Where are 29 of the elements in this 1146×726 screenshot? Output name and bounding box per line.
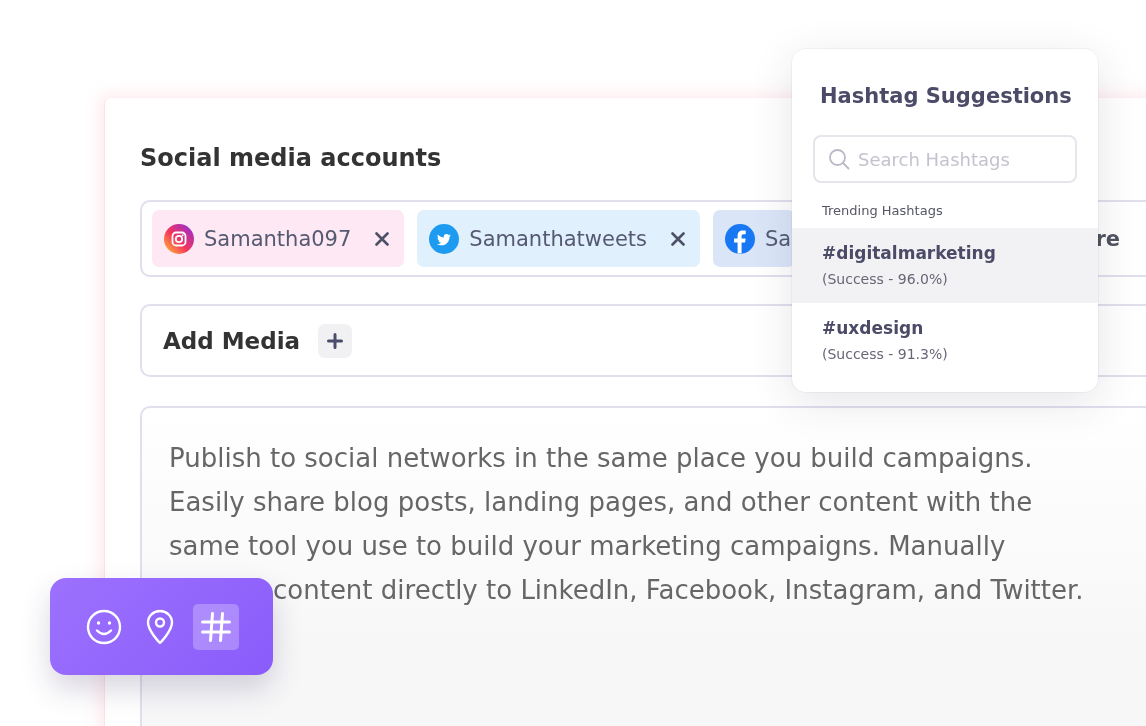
account-name: Sa [765,225,792,253]
location-pin-icon [146,608,174,645]
hashtag-text: #digitalmarketing [822,242,997,265]
add-button[interactable] [318,323,353,358]
facebook-icon [725,223,755,254]
close-icon [671,231,685,246]
twitter-icon [429,223,460,254]
section-label: Trending Hashtags [822,203,944,219]
close-icon [375,231,390,246]
success-rate: (Success - 91.3%) [822,345,949,364]
post-text-field[interactable] [140,406,1146,726]
hashtag-button[interactable] [193,603,239,650]
hashtag-text: #uxdesign [822,317,925,340]
suggestion-item[interactable]: #digitalmarketing (Success - 96.0%) [792,228,1098,303]
account-name: Samanthatweets [469,225,647,253]
remove-button[interactable] [375,231,390,246]
popup-title: Hashtag Suggestions [820,83,1073,110]
suggestion-item[interactable]: #uxdesign (Success - 91.3%) [792,303,1098,378]
instagram-icon [164,223,194,254]
post-text: content directly to LinkedIn, Facebook, Instagram, and Twitter. [273,574,1084,607]
add-media-label: Add Media [163,326,301,356]
plus-icon [327,332,344,349]
search-icon [828,148,850,170]
section-title: Social media accounts [140,143,442,174]
smiley-icon [86,608,122,645]
search-field[interactable]: Search Hashtags [813,135,1077,183]
account-name: Samantha097 [204,225,352,253]
remove-button[interactable] [671,231,685,246]
hashtag-icon [200,610,232,643]
